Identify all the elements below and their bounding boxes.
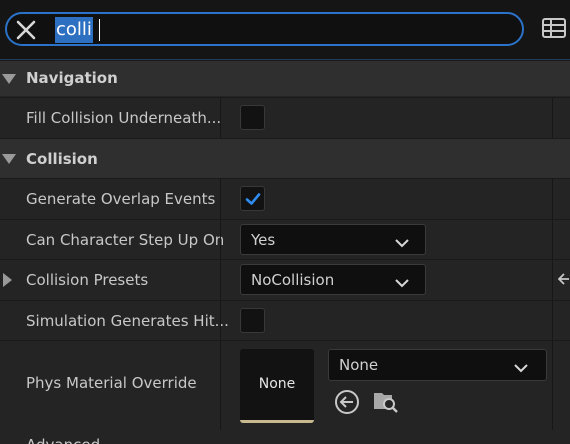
property-row-phys-material: Phys Material Override None None (0, 340, 570, 430)
property-row-fill-collision: Fill Collision Underneath... (0, 97, 570, 138)
property-label: Fill Collision Underneath... (26, 109, 222, 127)
step-up-dropdown[interactable]: Yes (240, 224, 426, 255)
checkmark-icon (245, 193, 261, 205)
browse-to-asset-icon[interactable] (372, 387, 400, 419)
expand-arrow-icon (2, 154, 16, 164)
column-splitter[interactable] (220, 341, 221, 430)
column-splitter[interactable] (220, 301, 221, 341)
property-label: Phys Material Override (26, 374, 197, 392)
text-caret (99, 19, 100, 41)
column-splitter-right (552, 341, 553, 430)
category-navigation[interactable]: Navigation (0, 60, 570, 96)
expand-arrow-icon[interactable] (3, 273, 12, 287)
property-label: Can Character Step Up On (26, 231, 225, 249)
dropdown-value: None (339, 356, 379, 374)
column-splitter[interactable] (220, 220, 221, 260)
search-box[interactable]: colli (5, 12, 524, 46)
chevron-down-icon (395, 274, 409, 292)
property-label: Simulation Generates Hit... (26, 312, 229, 330)
property-label: Collision Presets (26, 271, 149, 289)
category-collision[interactable]: Collision (0, 138, 570, 179)
property-label: Generate Overlap Events (26, 190, 216, 208)
close-icon[interactable] (15, 19, 37, 41)
property-row-generate-overlap: Generate Overlap Events (0, 178, 570, 219)
chevron-down-icon (395, 234, 409, 252)
collision-presets-dropdown[interactable]: NoCollision (240, 264, 426, 295)
column-splitter[interactable] (220, 260, 221, 300)
column-splitter-right (552, 220, 553, 260)
column-splitter-right (552, 260, 553, 300)
column-splitter-right (552, 98, 553, 138)
column-splitter-right (552, 179, 553, 219)
property-row-step-up: Can Character Step Up On Yes (0, 219, 570, 260)
search-input[interactable] (55, 17, 495, 43)
chevron-down-icon (514, 359, 528, 377)
advanced-label[interactable]: Advanced (26, 436, 100, 444)
category-label: Navigation (26, 69, 118, 87)
dropdown-value: Yes (251, 231, 276, 249)
column-splitter-right (552, 301, 553, 341)
property-row-collision-presets: Collision Presets NoCollision (0, 259, 570, 300)
thumbnail-label: None (258, 376, 296, 392)
expand-arrow-icon (2, 74, 16, 84)
table-view-icon[interactable] (541, 15, 567, 41)
property-row-sim-hit: Simulation Generates Hit... (0, 300, 570, 341)
column-splitter[interactable] (220, 98, 221, 138)
generate-overlap-checkbox[interactable] (240, 186, 265, 211)
search-bar: colli (0, 0, 570, 60)
reset-to-default-icon[interactable] (557, 272, 570, 290)
dropdown-value: NoCollision (251, 271, 335, 289)
fill-collision-checkbox[interactable] (240, 105, 265, 130)
category-label: Collision (26, 150, 98, 168)
asset-thumbnail[interactable]: None (240, 349, 314, 423)
sim-hit-checkbox[interactable] (240, 308, 265, 333)
use-selected-asset-icon[interactable] (334, 389, 360, 419)
phys-material-dropdown[interactable]: None (328, 349, 547, 381)
column-splitter[interactable] (220, 179, 221, 219)
